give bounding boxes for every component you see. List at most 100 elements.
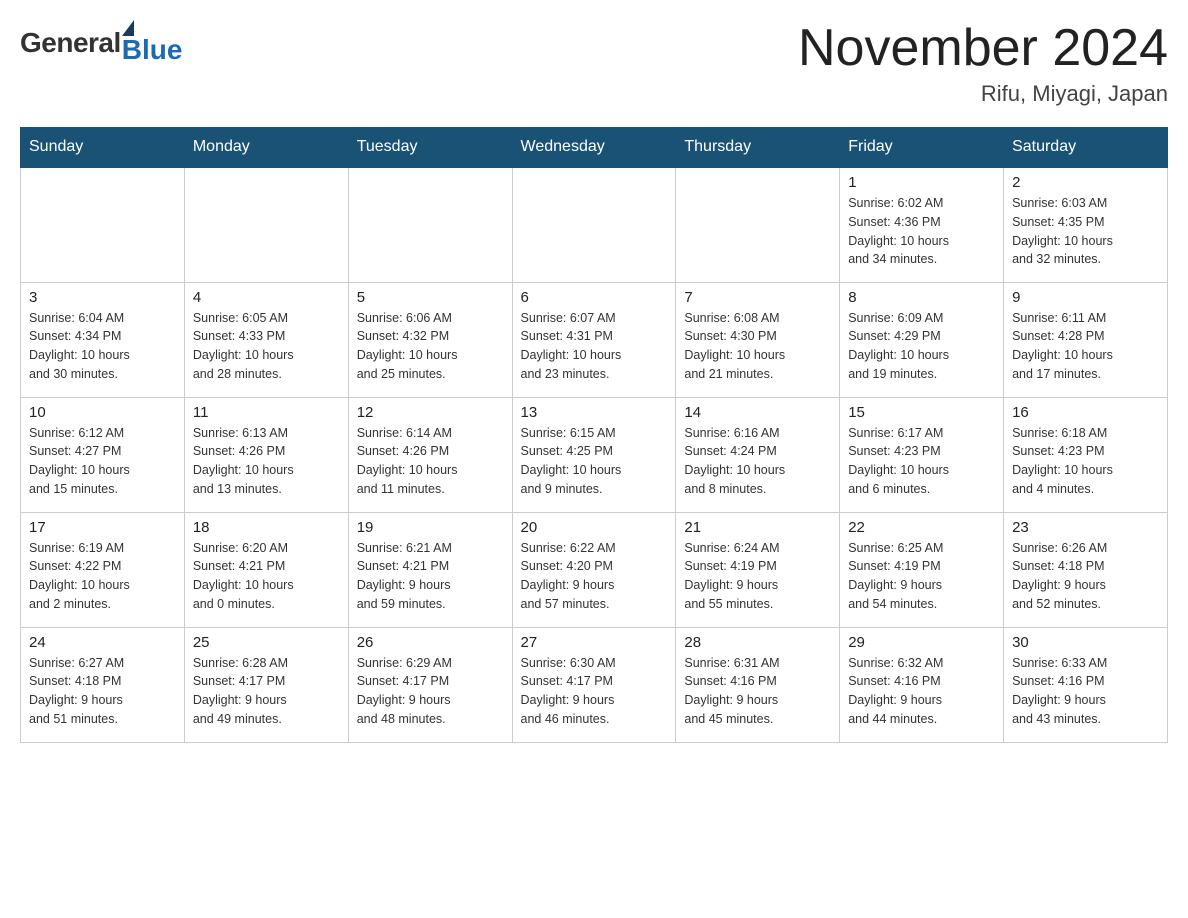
day-number: 5 <box>357 289 504 306</box>
day-number: 4 <box>193 289 340 306</box>
calendar-cell: 11Sunrise: 6:13 AMSunset: 4:26 PMDayligh… <box>184 397 348 512</box>
calendar-cell <box>348 167 512 282</box>
day-number: 2 <box>1012 174 1159 191</box>
day-number: 25 <box>193 634 340 651</box>
day-number: 18 <box>193 519 340 536</box>
day-info: Sunrise: 6:09 AMSunset: 4:29 PMDaylight:… <box>848 309 995 384</box>
calendar-cell: 9Sunrise: 6:11 AMSunset: 4:28 PMDaylight… <box>1004 282 1168 397</box>
calendar-cell: 7 Sunrise: 6:08 AMSunset: 4:30 PMDaylight… <box>676 282 840 397</box>
calendar-cell: 13 Sunrise: 6:15 AMSunset: 4:25 PMDayligh… <box>512 397 676 512</box>
calendar-cell: 2 Sunrise: 6:03 AMSunset: 4:35 PMDaylight… <box>1004 167 1168 282</box>
day-info: Sunrise: 6:08 AMSunset: 4:30 PMDaylight:… <box>684 309 831 384</box>
calendar-header-sunday: Sunday <box>21 128 185 168</box>
day-number: 19 <box>357 519 504 536</box>
calendar-header-wednesday: Wednesday <box>512 128 676 168</box>
calendar-cell <box>184 167 348 282</box>
calendar-cell <box>21 167 185 282</box>
logo-blue-text: Blue <box>122 34 183 66</box>
day-info: Sunrise: 6:22 AMSunset: 4:20 PMDaylight:… <box>521 539 668 614</box>
day-info: Sunrise: 6:16 AMSunset: 4:24 PMDaylight:… <box>684 424 831 499</box>
day-info: Sunrise: 6:06 AMSunset: 4:32 PMDaylight:… <box>357 309 504 384</box>
day-number: 15 <box>848 404 995 421</box>
day-info: Sunrise: 6:17 AMSunset: 4:23 PMDaylight:… <box>848 424 995 499</box>
calendar-cell: 23Sunrise: 6:26 AMSunset: 4:18 PMDayligh… <box>1004 512 1168 627</box>
calendar-cell: 5 Sunrise: 6:06 AMSunset: 4:32 PMDaylight… <box>348 282 512 397</box>
day-info: Sunrise: 6:20 AMSunset: 4:21 PMDaylight:… <box>193 539 340 614</box>
day-number: 20 <box>521 519 668 536</box>
day-info: Sunrise: 6:30 AMSunset: 4:17 PMDaylight:… <box>521 654 668 729</box>
day-number: 3 <box>29 289 176 306</box>
calendar-header-row: SundayMondayTuesdayWednesdayThursdayFrid… <box>21 128 1168 168</box>
calendar-cell: 3 Sunrise: 6:04 AMSunset: 4:34 PMDaylight… <box>21 282 185 397</box>
day-number: 21 <box>684 519 831 536</box>
day-number: 22 <box>848 519 995 536</box>
day-number: 6 <box>521 289 668 306</box>
day-info: Sunrise: 6:02 AMSunset: 4:36 PMDaylight:… <box>848 194 995 269</box>
day-number: 1 <box>848 174 995 191</box>
day-number: 28 <box>684 634 831 651</box>
location-title: Rifu, Miyagi, Japan <box>798 81 1168 107</box>
day-info: Sunrise: 6:33 AMSunset: 4:16 PMDaylight:… <box>1012 654 1159 729</box>
logo: General Blue <box>20 20 182 66</box>
day-info: Sunrise: 6:15 AMSunset: 4:25 PMDaylight:… <box>521 424 668 499</box>
day-info: Sunrise: 6:04 AMSunset: 4:34 PMDaylight:… <box>29 309 176 384</box>
calendar-cell <box>676 167 840 282</box>
day-number: 30 <box>1012 634 1159 651</box>
calendar-week-row: 24 Sunrise: 6:27 AMSunset: 4:18 PMDayligh… <box>21 627 1168 742</box>
calendar-cell: 29 Sunrise: 6:32 AMSunset: 4:16 PMDayligh… <box>840 627 1004 742</box>
calendar-week-row: 10 Sunrise: 6:12 AMSunset: 4:27 PMDayligh… <box>21 397 1168 512</box>
day-info: Sunrise: 6:07 AMSunset: 4:31 PMDaylight:… <box>521 309 668 384</box>
calendar-cell: 10 Sunrise: 6:12 AMSunset: 4:27 PMDayligh… <box>21 397 185 512</box>
day-info: Sunrise: 6:19 AMSunset: 4:22 PMDaylight:… <box>29 539 176 614</box>
title-area: November 2024 Rifu, Miyagi, Japan <box>798 20 1168 107</box>
calendar-cell: 21 Sunrise: 6:24 AMSunset: 4:19 PMDayligh… <box>676 512 840 627</box>
calendar-header-tuesday: Tuesday <box>348 128 512 168</box>
day-number: 13 <box>521 404 668 421</box>
day-info: Sunrise: 6:29 AMSunset: 4:17 PMDaylight:… <box>357 654 504 729</box>
day-number: 24 <box>29 634 176 651</box>
day-info: Sunrise: 6:12 AMSunset: 4:27 PMDaylight:… <box>29 424 176 499</box>
day-number: 14 <box>684 404 831 421</box>
calendar-cell: 12Sunrise: 6:14 AMSunset: 4:26 PMDayligh… <box>348 397 512 512</box>
calendar-cell: 28Sunrise: 6:31 AMSunset: 4:16 PMDayligh… <box>676 627 840 742</box>
day-number: 17 <box>29 519 176 536</box>
calendar-cell: 16 Sunrise: 6:18 AMSunset: 4:23 PMDayligh… <box>1004 397 1168 512</box>
day-info: Sunrise: 6:21 AMSunset: 4:21 PMDaylight:… <box>357 539 504 614</box>
calendar-cell: 22Sunrise: 6:25 AMSunset: 4:19 PMDayligh… <box>840 512 1004 627</box>
calendar-cell: 26 Sunrise: 6:29 AMSunset: 4:17 PMDayligh… <box>348 627 512 742</box>
calendar-cell: 20 Sunrise: 6:22 AMSunset: 4:20 PMDayligh… <box>512 512 676 627</box>
calendar-cell: 24 Sunrise: 6:27 AMSunset: 4:18 PMDayligh… <box>21 627 185 742</box>
calendar-cell: 27 Sunrise: 6:30 AMSunset: 4:17 PMDayligh… <box>512 627 676 742</box>
logo-right: Blue <box>122 20 183 66</box>
calendar-cell: 6 Sunrise: 6:07 AMSunset: 4:31 PMDaylight… <box>512 282 676 397</box>
calendar-header-saturday: Saturday <box>1004 128 1168 168</box>
day-info: Sunrise: 6:27 AMSunset: 4:18 PMDaylight:… <box>29 654 176 729</box>
day-info: Sunrise: 6:03 AMSunset: 4:35 PMDaylight:… <box>1012 194 1159 269</box>
calendar-cell: 1 Sunrise: 6:02 AMSunset: 4:36 PMDaylight… <box>840 167 1004 282</box>
calendar-cell <box>512 167 676 282</box>
header: General Blue November 2024 Rifu, Miyagi,… <box>20 20 1168 107</box>
calendar-cell: 14 Sunrise: 6:16 AMSunset: 4:24 PMDayligh… <box>676 397 840 512</box>
calendar-cell: 4 Sunrise: 6:05 AMSunset: 4:33 PMDaylight… <box>184 282 348 397</box>
day-info: Sunrise: 6:05 AMSunset: 4:33 PMDaylight:… <box>193 309 340 384</box>
day-number: 8 <box>848 289 995 306</box>
day-number: 16 <box>1012 404 1159 421</box>
calendar-week-row: 17 Sunrise: 6:19 AMSunset: 4:22 PMDayligh… <box>21 512 1168 627</box>
calendar-week-row: 1 Sunrise: 6:02 AMSunset: 4:36 PMDaylight… <box>21 167 1168 282</box>
day-info: Sunrise: 6:24 AMSunset: 4:19 PMDaylight:… <box>684 539 831 614</box>
day-number: 29 <box>848 634 995 651</box>
month-title: November 2024 <box>798 20 1168 77</box>
calendar-header-friday: Friday <box>840 128 1004 168</box>
calendar-table: SundayMondayTuesdayWednesdayThursdayFrid… <box>20 127 1168 743</box>
day-info: Sunrise: 6:32 AMSunset: 4:16 PMDaylight:… <box>848 654 995 729</box>
day-info: Sunrise: 6:11 AMSunset: 4:28 PMDaylight:… <box>1012 309 1159 384</box>
day-info: Sunrise: 6:18 AMSunset: 4:23 PMDaylight:… <box>1012 424 1159 499</box>
day-number: 10 <box>29 404 176 421</box>
day-info: Sunrise: 6:26 AMSunset: 4:18 PMDaylight:… <box>1012 539 1159 614</box>
calendar-header-monday: Monday <box>184 128 348 168</box>
calendar-cell: 19 Sunrise: 6:21 AMSunset: 4:21 PMDayligh… <box>348 512 512 627</box>
day-number: 26 <box>357 634 504 651</box>
calendar-cell: 15 Sunrise: 6:17 AMSunset: 4:23 PMDayligh… <box>840 397 1004 512</box>
day-number: 27 <box>521 634 668 651</box>
day-number: 7 <box>684 289 831 306</box>
